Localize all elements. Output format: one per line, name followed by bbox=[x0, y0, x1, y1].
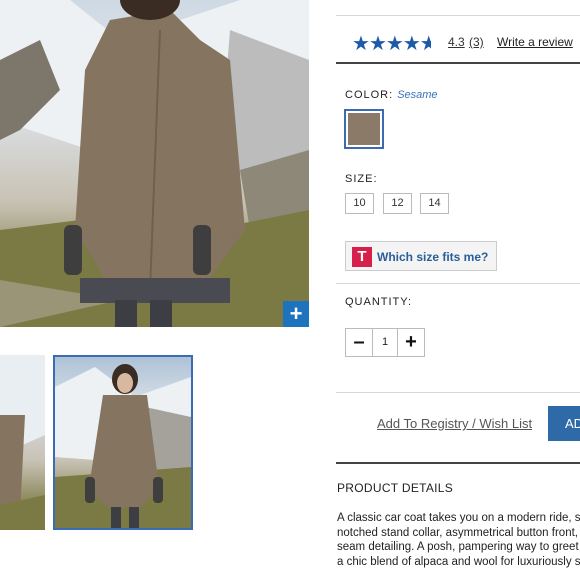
divider bbox=[336, 462, 580, 464]
quantity-decrement-button[interactable]: – bbox=[346, 329, 373, 356]
star-partial-icon: ★ bbox=[419, 33, 431, 55]
size-option-14[interactable]: 14 bbox=[420, 193, 449, 214]
product-photo-illustration bbox=[0, 0, 309, 327]
size-fit-button[interactable]: T Which size fits me? bbox=[345, 241, 497, 271]
quantity-input[interactable]: 1 bbox=[372, 329, 398, 356]
selected-color-name: Sesame bbox=[397, 89, 438, 101]
color-label: COLOR: bbox=[345, 89, 394, 101]
details-line: a chic blend of alpaca and wool for luxu… bbox=[337, 555, 580, 568]
review-count-link[interactable]: (3) bbox=[469, 35, 484, 49]
quantity-label: QUANTITY: bbox=[345, 296, 413, 308]
main-product-image[interactable]: + bbox=[0, 0, 309, 327]
divider bbox=[336, 62, 580, 64]
quantity-increment-button[interactable]: + bbox=[397, 329, 424, 356]
star-icon: ★ bbox=[385, 33, 404, 55]
thumbnail-illustration bbox=[0, 355, 45, 530]
rating-stars: ★★★★★ bbox=[352, 31, 431, 56]
size-option-12[interactable]: 12 bbox=[383, 193, 412, 214]
color-swatch-sesame[interactable] bbox=[344, 109, 384, 149]
add-to-bag-button[interactable]: AD bbox=[548, 406, 580, 441]
size-option-10[interactable]: 10 bbox=[345, 193, 374, 214]
star-icon: ★ bbox=[368, 33, 387, 55]
truefit-logo-icon: T bbox=[352, 247, 372, 267]
product-details-heading: PRODUCT DETAILS bbox=[337, 481, 454, 495]
swatch-texture bbox=[348, 113, 380, 145]
size-fit-label: Which size fits me? bbox=[377, 250, 489, 264]
thumbnail-illustration bbox=[55, 364, 191, 528]
star-icon: ★ bbox=[352, 33, 370, 55]
details-line: seam detailing. A posh, pampering way to… bbox=[337, 541, 579, 554]
size-label: SIZE: bbox=[345, 173, 378, 185]
write-review-link[interactable]: Write a review bbox=[497, 35, 573, 49]
quantity-stepper: – 1 + bbox=[345, 328, 425, 357]
divider bbox=[336, 283, 580, 284]
product-details-text: A classic car coat takes you on a modern… bbox=[337, 511, 580, 569]
add-to-registry-link[interactable]: Add To Registry / Wish List bbox=[377, 416, 532, 431]
divider bbox=[336, 15, 580, 16]
thumbnail-selected[interactable] bbox=[53, 355, 193, 530]
details-line: A classic car coat takes you on a modern… bbox=[337, 512, 580, 524]
details-line: notched stand collar, asymmetrical butto… bbox=[337, 526, 580, 539]
divider bbox=[336, 392, 580, 393]
thumbnail-previous[interactable] bbox=[0, 355, 45, 530]
color-label-row: COLOR: Sesame bbox=[345, 89, 438, 101]
star-icon: ★ bbox=[402, 33, 421, 55]
zoom-button[interactable]: + bbox=[283, 301, 309, 327]
rating-value-link[interactable]: 4.3 bbox=[448, 35, 465, 49]
